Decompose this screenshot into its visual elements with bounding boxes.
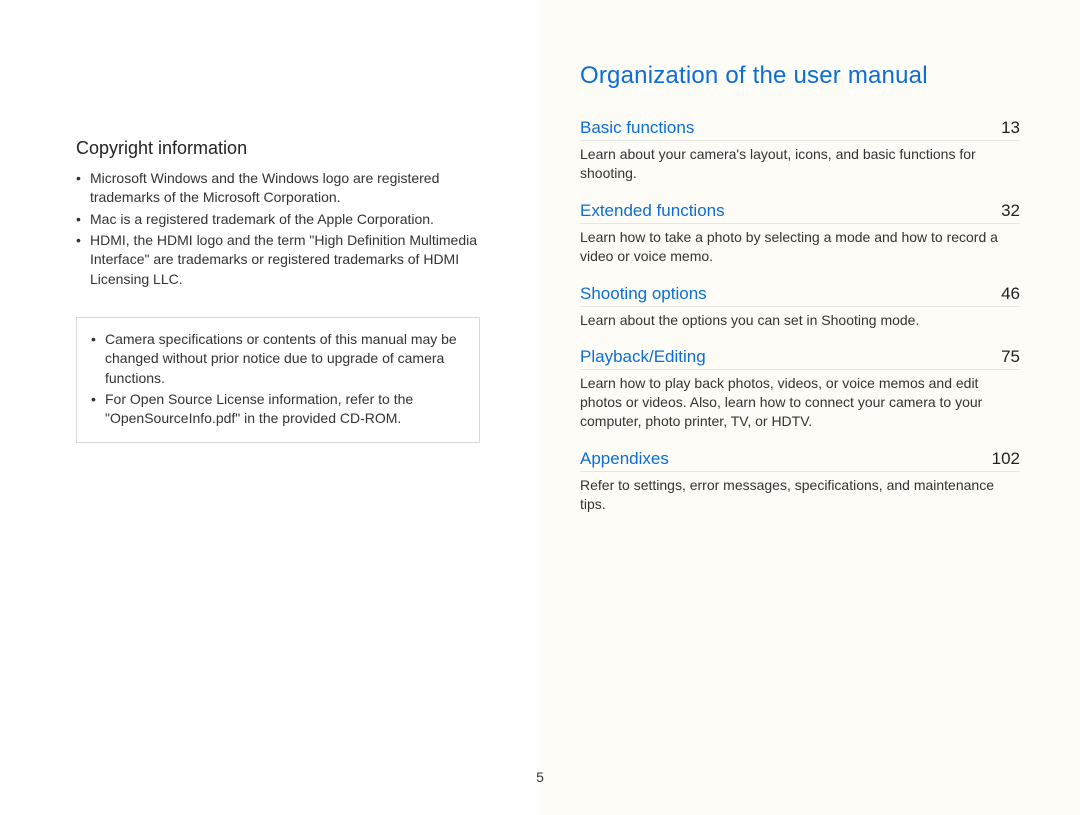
- toc-entry-shooting-options: Shooting options 46 Learn about the opti…: [580, 284, 1020, 330]
- toc-title: Playback/Editing: [580, 347, 706, 367]
- toc-row: Extended functions 32: [580, 201, 1020, 224]
- toc-page: 75: [1001, 347, 1020, 367]
- copyright-heading: Copyright information: [76, 138, 480, 159]
- manual-page: Copyright information Microsoft Windows …: [0, 0, 1080, 815]
- right-column: Organization of the user manual Basic fu…: [540, 0, 1080, 815]
- toc-desc: Learn about your camera's layout, icons,…: [580, 145, 1020, 183]
- toc-desc: Learn about the options you can set in S…: [580, 311, 1020, 330]
- bullet-item: Mac is a registered trademark of the App…: [76, 210, 480, 229]
- copyright-bullets: Microsoft Windows and the Windows logo a…: [76, 169, 480, 289]
- left-column: Copyright information Microsoft Windows …: [0, 0, 540, 815]
- toc-desc: Learn how to play back photos, videos, o…: [580, 374, 1020, 431]
- toc-title: Extended functions: [580, 201, 725, 221]
- toc-page: 102: [992, 449, 1020, 469]
- toc-desc: Learn how to take a photo by selecting a…: [580, 228, 1020, 266]
- toc-row: Appendixes 102: [580, 449, 1020, 472]
- toc-entry-playback-editing: Playback/Editing 75 Learn how to play ba…: [580, 347, 1020, 431]
- toc-desc: Refer to settings, error messages, speci…: [580, 476, 1020, 514]
- toc-page: 13: [1001, 118, 1020, 138]
- toc-title: Appendixes: [580, 449, 669, 469]
- bullet-item: Camera specifications or contents of thi…: [91, 330, 465, 388]
- bullet-item: Microsoft Windows and the Windows logo a…: [76, 169, 480, 208]
- toc-entry-appendixes: Appendixes 102 Refer to settings, error …: [580, 449, 1020, 514]
- bullet-item: For Open Source License information, ref…: [91, 390, 465, 429]
- note-bullets: Camera specifications or contents of thi…: [91, 330, 465, 429]
- organization-title: Organization of the user manual: [580, 62, 1020, 90]
- page-number: 5: [0, 769, 1080, 785]
- toc-entry-extended-functions: Extended functions 32 Learn how to take …: [580, 201, 1020, 266]
- bullet-item: HDMI, the HDMI logo and the term "High D…: [76, 231, 480, 289]
- note-box: Camera specifications or contents of thi…: [76, 317, 480, 444]
- toc-title: Basic functions: [580, 118, 694, 138]
- toc-row: Shooting options 46: [580, 284, 1020, 307]
- toc-page: 32: [1001, 201, 1020, 221]
- toc-entry-basic-functions: Basic functions 13 Learn about your came…: [580, 118, 1020, 183]
- toc-row: Basic functions 13: [580, 118, 1020, 141]
- toc-row: Playback/Editing 75: [580, 347, 1020, 370]
- toc-title: Shooting options: [580, 284, 707, 304]
- toc-page: 46: [1001, 284, 1020, 304]
